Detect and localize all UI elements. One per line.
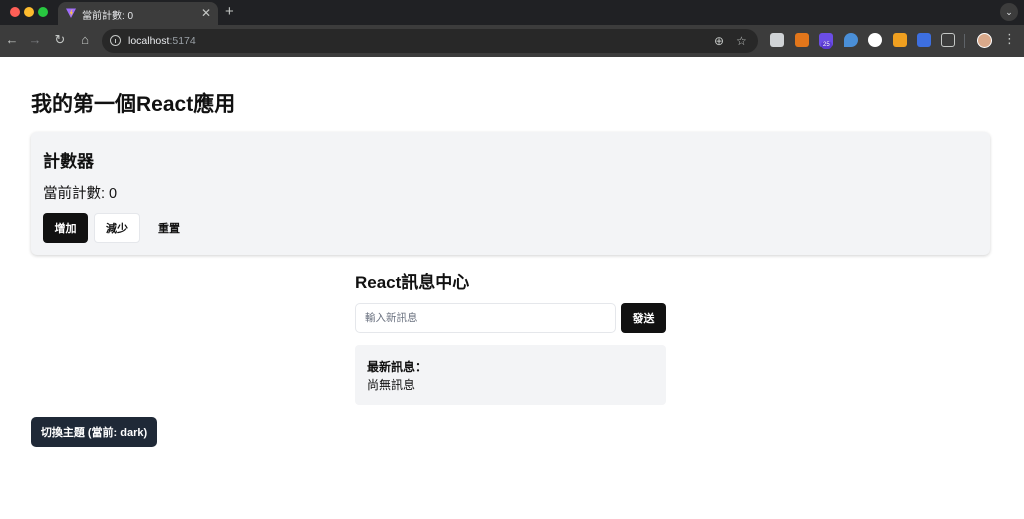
bookmark-star-icon[interactable]: ☆: [736, 33, 747, 49]
send-button[interactable]: 發送: [621, 303, 666, 333]
new-tab-icon[interactable]: +: [225, 3, 234, 21]
back-icon[interactable]: ←: [3, 31, 21, 49]
forward-icon[interactable]: →: [26, 31, 44, 49]
browser-chrome: 當前計數: 0 ✕ + ⌄ ← → ↻ ⌂ localhost:5174 ⊕ ☆…: [0, 0, 1024, 57]
message-center-title: React訊息中心: [355, 273, 470, 292]
browser-toolbar: ← → ↻ ⌂ localhost:5174 ⊕ ☆ 25 ⋮: [0, 25, 1024, 57]
message-input[interactable]: [355, 303, 616, 333]
cat-extension-icon[interactable]: [868, 33, 882, 47]
reset-button[interactable]: 重置: [147, 213, 191, 243]
page-title: 我的第一個React應用: [31, 93, 236, 116]
metamask-icon[interactable]: [795, 33, 809, 47]
tab-search-icon[interactable]: ⌄: [1000, 3, 1018, 21]
address-bar[interactable]: localhost:5174 ⊕ ☆: [102, 29, 758, 53]
latest-message-text: 尚無訊息: [367, 378, 416, 392]
drop-icon[interactable]: [844, 33, 858, 47]
decrement-button[interactable]: 減少: [94, 213, 140, 243]
latest-message-label: 最新訊息：: [367, 360, 428, 374]
vite-icon: [66, 8, 76, 18]
theme-toggle-button[interactable]: 切換主題 (當前: dark): [31, 417, 157, 447]
home-icon[interactable]: ⌂: [76, 31, 94, 49]
minimize-window-button[interactable]: [24, 7, 34, 17]
counter-card: 計數器 當前計數: 0 增加 減少 重置: [31, 132, 990, 255]
extension-badge: 25: [821, 41, 832, 49]
toolbar-divider: [964, 34, 965, 48]
reload-icon[interactable]: ↻: [51, 31, 69, 49]
site-info-icon[interactable]: [110, 35, 121, 46]
maximize-window-button[interactable]: [38, 7, 48, 17]
extension-7-icon[interactable]: [917, 33, 931, 47]
close-window-button[interactable]: [10, 7, 20, 17]
extension-6-icon[interactable]: [893, 33, 907, 47]
url-text: localhost:5174: [128, 35, 196, 47]
tab-title: 當前計數: 0: [82, 11, 134, 22]
browser-menu-icon[interactable]: ⋮: [1003, 30, 1016, 48]
browser-tab[interactable]: 當前計數: 0 ✕: [58, 2, 218, 25]
increment-button[interactable]: 增加: [43, 213, 88, 243]
profile-avatar[interactable]: [977, 33, 992, 48]
counter-title: 計數器: [43, 152, 94, 171]
extension-1-icon[interactable]: [770, 33, 784, 47]
extensions-puzzle-icon[interactable]: [941, 33, 955, 47]
app-page: 我的第一個React應用 計數器 當前計數: 0 增加 減少 重置 React訊…: [0, 57, 1024, 519]
zoom-icon[interactable]: ⊕: [714, 33, 724, 49]
latest-message-box: 最新訊息： 尚無訊息: [355, 345, 666, 405]
tab-strip: 當前計數: 0 ✕ + ⌄: [0, 0, 1024, 25]
close-tab-icon[interactable]: ✕: [201, 5, 211, 21]
count-display: 當前計數: 0: [43, 186, 118, 202]
